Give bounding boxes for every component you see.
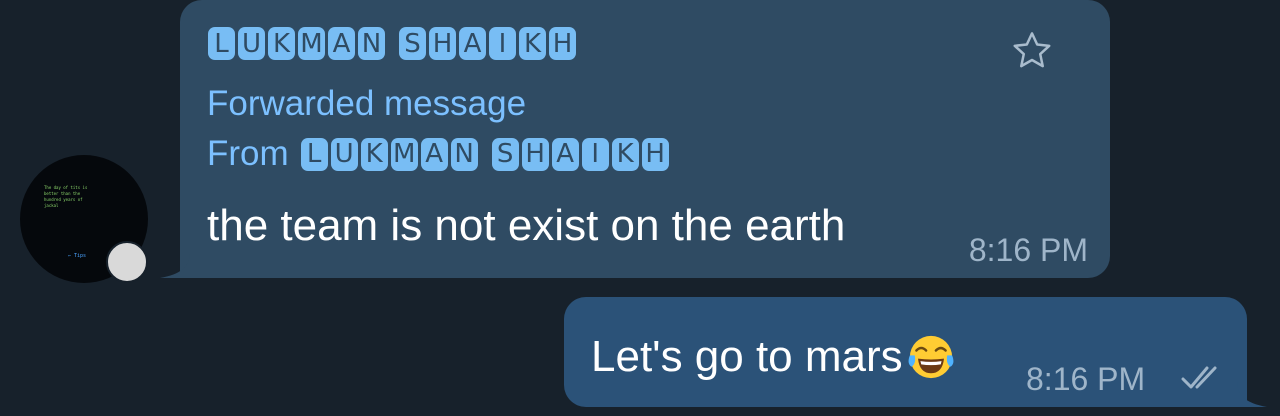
avatar-tips-label: ← Tips	[68, 253, 87, 259]
avatar-preview-text: The day of tits is better than the hundr…	[44, 185, 88, 208]
bubble-tail	[160, 252, 190, 278]
sender-letter: H	[549, 27, 576, 60]
outgoing-message-time: 8:16 PM	[1026, 361, 1146, 397]
sender-letter: L	[208, 27, 235, 60]
forwarded-sender-name: L U K M A N S H A I K H	[300, 137, 669, 171]
forwarded-label: Forwarded message	[207, 84, 527, 123]
sender-letter: H	[641, 137, 669, 171]
sender-name-last: S H A I K H	[399, 27, 576, 60]
sender-letter: S	[491, 137, 519, 171]
from-label: From	[207, 134, 289, 173]
forwarded-name-first: L U K M A N	[300, 137, 478, 171]
star-outline-icon[interactable]	[1009, 28, 1055, 74]
sender-letter: U	[238, 27, 265, 60]
sender-letter: K	[611, 137, 639, 171]
incoming-message-bubble[interactable]: L U K M A N S H A I K H Forwarded messag…	[180, 0, 1110, 278]
sender-letter: I	[489, 27, 516, 60]
bubble-tail	[1237, 381, 1267, 407]
sender-name-first: L U K M A N	[208, 27, 385, 60]
sender-letter: A	[328, 27, 355, 60]
incoming-message-time: 8:16 PM	[968, 232, 1088, 268]
sender-letter: N	[450, 137, 478, 171]
sender-letter: L	[300, 137, 328, 171]
sender-letter: K	[360, 137, 388, 171]
incoming-message-text: the team is not exist on the earth	[207, 201, 846, 250]
sender-name[interactable]: L U K M A N S H A I K H	[208, 27, 576, 60]
online-status-badge	[106, 241, 148, 283]
sender-letter: K	[268, 27, 295, 60]
sender-letter: M	[390, 137, 418, 171]
sender-letter: A	[420, 137, 448, 171]
sender-letter: I	[581, 137, 609, 171]
sender-letter: S	[399, 27, 426, 60]
sender-letter: H	[521, 137, 549, 171]
forwarded-from[interactable]: From L U K M A N S H A I K H	[207, 134, 669, 174]
sender-letter: M	[298, 27, 325, 60]
double-check-icon	[1181, 366, 1217, 389]
sender-letter: K	[519, 27, 546, 60]
outgoing-message-bubble[interactable]: Let's go to mars 8:16 PM	[564, 297, 1247, 407]
sender-letter: U	[330, 137, 358, 171]
tears-of-joy-emoji	[908, 335, 954, 379]
chat-screen: The day of tits is better than the hundr…	[0, 0, 1280, 416]
sender-letter: A	[459, 27, 486, 60]
sender-letter: H	[429, 27, 456, 60]
forwarded-name-last: S H A I K H	[491, 137, 669, 171]
outgoing-message-text: Let's go to mars	[591, 332, 903, 381]
sender-letter: N	[358, 27, 385, 60]
sender-letter: A	[551, 137, 579, 171]
outgoing-message-content: Let's go to mars	[591, 331, 957, 383]
